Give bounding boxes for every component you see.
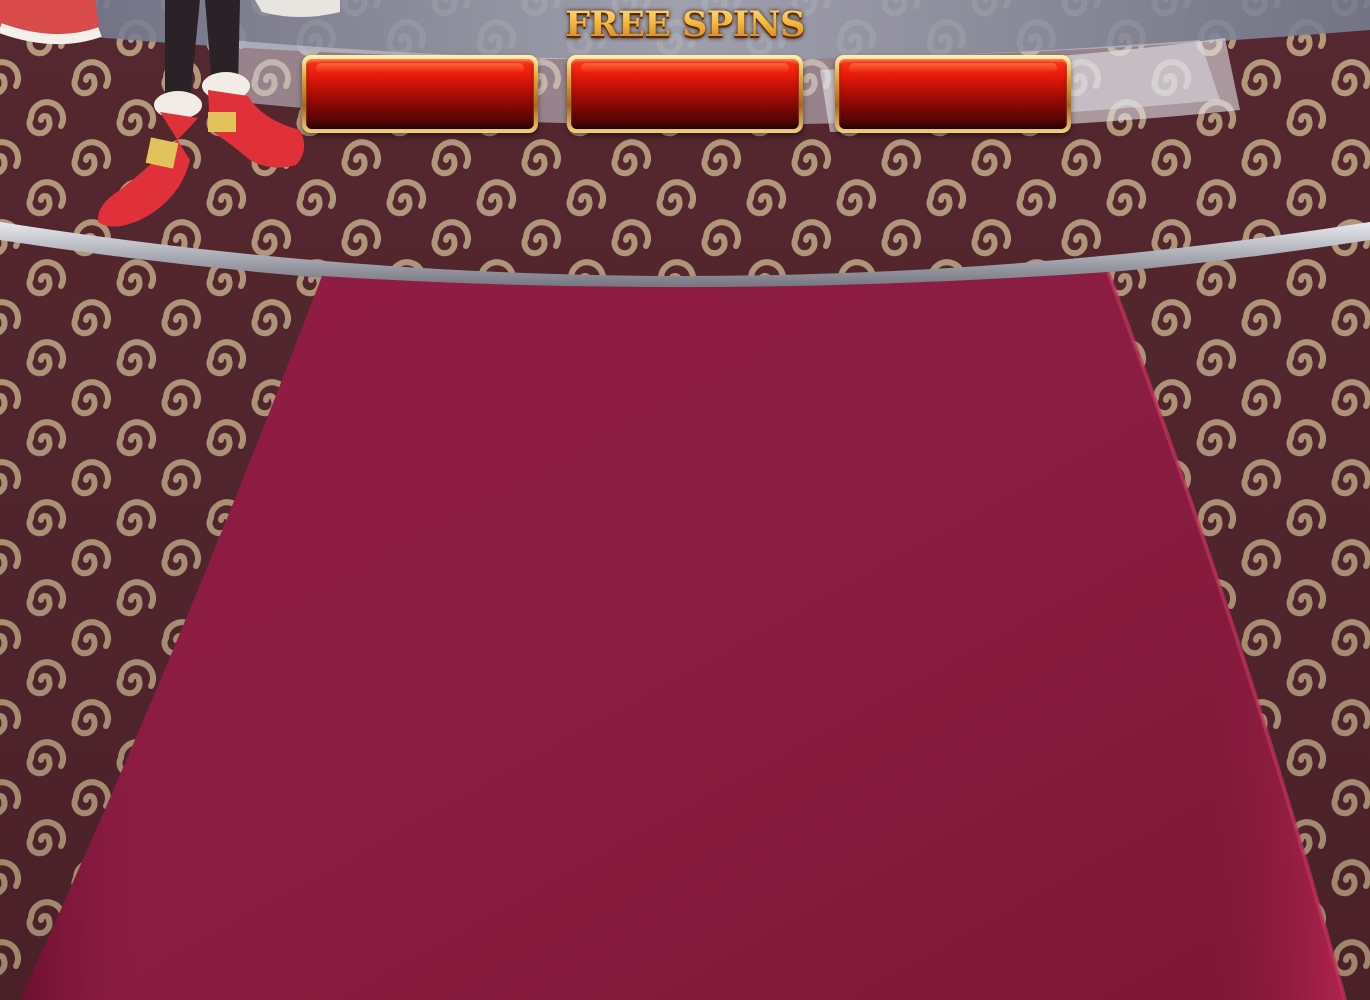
free-spin-slot-3 bbox=[835, 55, 1071, 133]
free-spin-slot-2 bbox=[567, 55, 803, 133]
free-spin-slot-1 bbox=[302, 55, 538, 133]
free-spins-title: FREE SPINS bbox=[485, 4, 885, 45]
free-spin-slot-2-value bbox=[571, 59, 799, 129]
free-spin-slot-1-value bbox=[306, 59, 534, 129]
free-spins-scene: FREE SPINS bbox=[0, 0, 1370, 1000]
free-spin-slot-3-value bbox=[839, 59, 1067, 129]
free-spins-counter bbox=[0, 55, 1370, 135]
